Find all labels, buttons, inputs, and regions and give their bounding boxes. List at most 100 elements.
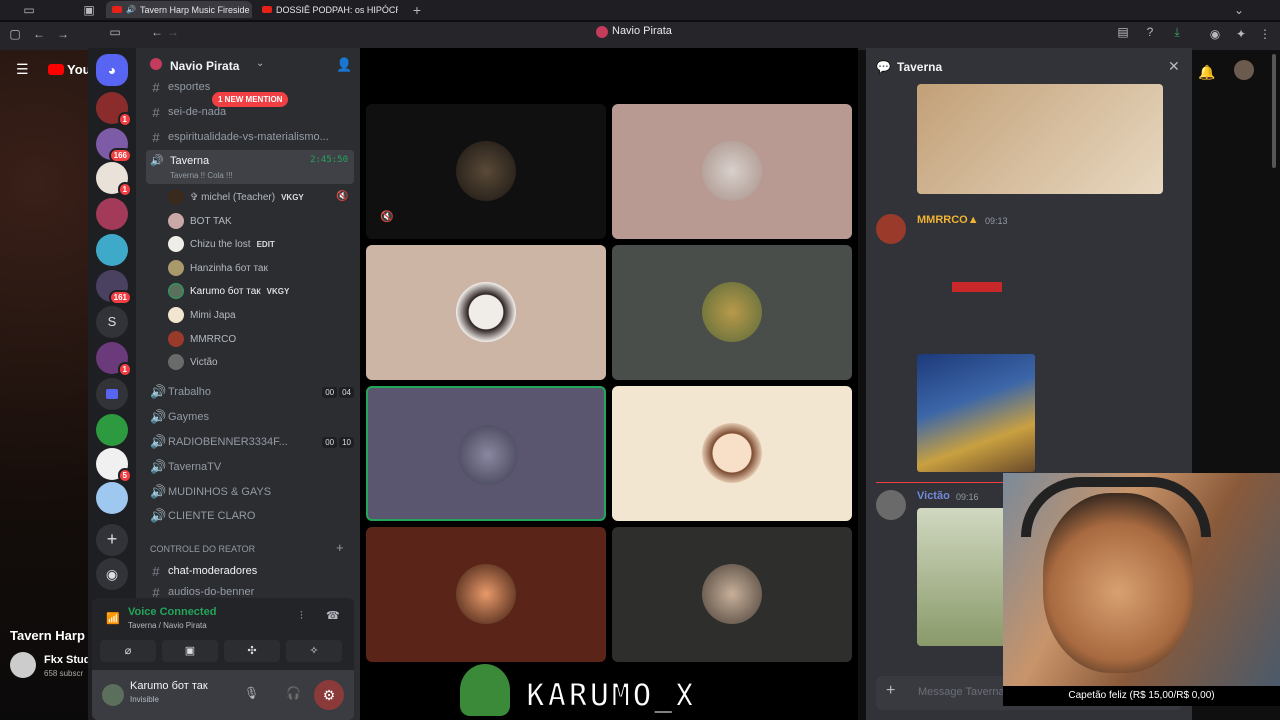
voice-user[interactable]: Chizu the lost EDIT xyxy=(168,233,275,255)
server-icon[interactable]: 1 xyxy=(96,92,132,127)
user-name: Chizu the lost xyxy=(190,238,251,250)
video-tile[interactable] xyxy=(612,245,852,380)
voice-channel[interactable]: 🔊 Gaymes xyxy=(146,406,354,428)
add-member-icon[interactable]: 👤 xyxy=(336,57,352,73)
disconnect-icon[interactable]: ☎ xyxy=(326,609,340,622)
voice-channel[interactable]: 🔊 Trabalho 00 04 xyxy=(146,381,354,403)
microphone-icon[interactable]: 🎙 xyxy=(244,686,259,700)
screen-share-button[interactable]: ▣ xyxy=(162,640,218,662)
video-tile[interactable] xyxy=(612,386,852,521)
back-icon[interactable]: ← xyxy=(32,27,46,41)
server-icon[interactable]: S xyxy=(96,306,128,338)
inbox-icon[interactable]: ▤ xyxy=(1116,25,1130,39)
settings-gear-icon[interactable]: ⚙ xyxy=(314,680,344,710)
server-icon[interactable] xyxy=(96,198,128,230)
user-name[interactable]: Karumo бот так xyxy=(130,680,208,692)
server-icon[interactable] xyxy=(96,482,128,514)
channel-avatar[interactable] xyxy=(10,652,36,678)
server-icon[interactable] xyxy=(96,414,128,446)
voice-user[interactable]: MMRRCO xyxy=(168,328,236,350)
user-name: ✞ michel (Teacher) xyxy=(190,191,276,203)
server-icon[interactable]: 161 xyxy=(96,270,132,305)
menu-icon[interactable]: ⋮ xyxy=(1258,27,1272,41)
hash-icon: # xyxy=(152,563,160,579)
tab-group-icon[interactable]: ▣ xyxy=(82,3,96,17)
chevron-down-icon[interactable]: ⌄ xyxy=(1232,3,1246,17)
voice-channel[interactable]: 🔊 RADIOBENNER3334F... 00 10 xyxy=(146,431,354,453)
voice-channel-taverna[interactable]: 🔊 Taverna Taverna !! Cola !!! 2:45:50 xyxy=(146,150,354,184)
server-icon[interactable]: 1 xyxy=(96,162,132,197)
video-tile-speaking[interactable] xyxy=(366,386,606,521)
message-author[interactable]: Victão xyxy=(917,490,950,502)
channel-espiritualidade[interactable]: # espiritualidade-vs-materialismo... xyxy=(146,126,354,148)
explore-icon[interactable]: ◉ xyxy=(96,558,128,590)
tab-tavern-harp[interactable]: 🔊 Tavern Harp Music Fireside xyxy=(106,1,252,18)
avatar[interactable] xyxy=(102,684,124,706)
camera-off-button[interactable]: ⌀ xyxy=(100,640,156,662)
hamburger-icon[interactable]: ☰ xyxy=(16,62,32,76)
bell-icon[interactable]: 🔔 xyxy=(1198,64,1215,81)
new-tab-icon[interactable]: + xyxy=(410,3,424,17)
channel-sei-de-nada[interactable]: # sei-de-nada xyxy=(146,101,354,123)
noise-suppression-icon[interactable]: ⫶ xyxy=(300,610,303,623)
channel-chat-moderadores[interactable]: # chat-moderadores xyxy=(146,560,354,582)
sidebar-icon[interactable]: ▢ xyxy=(8,27,22,41)
scrollbar[interactable] xyxy=(1272,54,1276,168)
voice-connected-label[interactable]: Voice Connected xyxy=(128,606,216,618)
sticker-image[interactable] xyxy=(952,282,1002,292)
server-icon[interactable] xyxy=(96,234,128,266)
video-tile[interactable] xyxy=(366,527,606,662)
mention-badge: 1 xyxy=(117,362,132,377)
voice-user[interactable]: Karumo бот так VKGY xyxy=(168,280,289,302)
gif-image[interactable] xyxy=(917,84,1163,194)
sidebar-toggle-icon[interactable]: ▭ xyxy=(22,3,36,17)
count-limit: 04 xyxy=(339,386,354,398)
avatar[interactable] xyxy=(876,490,906,520)
video-tile[interactable] xyxy=(612,104,852,239)
avatar[interactable] xyxy=(876,214,906,244)
help-icon[interactable]: ? xyxy=(1143,25,1157,39)
add-channel-icon[interactable]: + xyxy=(336,540,344,555)
chevron-down-icon[interactable]: ⌄ xyxy=(256,58,264,69)
account-icon[interactable]: ◉ xyxy=(1208,27,1222,41)
channel-audios-do-benner[interactable]: # audios-do-benner xyxy=(146,585,354,599)
soundboard-button[interactable]: ✧ xyxy=(286,640,342,662)
server-icon[interactable]: 166 xyxy=(96,128,132,163)
video-attachment[interactable] xyxy=(917,508,1007,646)
back-icon[interactable]: ← xyxy=(150,25,164,39)
voice-user[interactable]: ✞ michel (Teacher) VKGY xyxy=(168,186,304,208)
discord-home-icon[interactable]: ◕ xyxy=(96,54,128,86)
download-icon[interactable]: ⤓ xyxy=(1170,25,1184,39)
video-tile[interactable] xyxy=(612,527,852,662)
voice-channel[interactable]: 🔊 MUDINHOS & GAYS xyxy=(146,481,354,503)
category-header[interactable]: CONTROLE DO REATOR xyxy=(150,544,255,554)
window-icon[interactable]: ▭ xyxy=(108,25,122,39)
folder-icon[interactable] xyxy=(96,378,128,410)
voice-channel[interactable]: 🔊 CLIENTE CLARO xyxy=(146,505,354,527)
voice-user[interactable]: Mimi Japa xyxy=(168,304,236,326)
server-icon[interactable]: 5 xyxy=(96,448,132,483)
voice-user[interactable]: BOT TAK xyxy=(168,210,232,232)
voice-location[interactable]: Taverna / Navio Pirata xyxy=(128,621,207,630)
headphones-icon[interactable]: 🎧 xyxy=(286,686,301,700)
voice-user[interactable]: Hanzinha бот так xyxy=(168,257,268,279)
close-icon[interactable]: ✕ xyxy=(1168,58,1180,75)
add-server-icon[interactable]: + xyxy=(96,524,128,556)
forward-icon[interactable]: → xyxy=(56,27,70,41)
avatar[interactable] xyxy=(1234,60,1254,80)
add-attachment-icon[interactable]: + xyxy=(886,682,895,700)
voice-user[interactable]: Victão xyxy=(168,351,218,373)
server-name[interactable]: Navio Pirata xyxy=(170,59,239,73)
meme-image[interactable] xyxy=(917,354,1035,472)
tab-dossie[interactable]: DOSSIÊ PODPAH: os HIPÓCRIT... xyxy=(256,1,398,18)
forward-icon[interactable]: → xyxy=(166,25,180,39)
server-icon[interactable]: 1 xyxy=(96,342,132,377)
activities-button[interactable]: ✣ xyxy=(224,640,280,662)
message-author[interactable]: MMRRCO▲ xyxy=(917,214,979,226)
video-tile[interactable] xyxy=(366,245,606,380)
channel-name[interactable]: Fkx Stud xyxy=(44,654,90,666)
count-limit: 10 xyxy=(339,436,354,448)
extensions-icon[interactable]: ✦ xyxy=(1234,27,1248,41)
voice-channel[interactable]: 🔊 TavernaTV xyxy=(146,456,354,478)
video-tile[interactable]: 🔇 xyxy=(366,104,606,239)
